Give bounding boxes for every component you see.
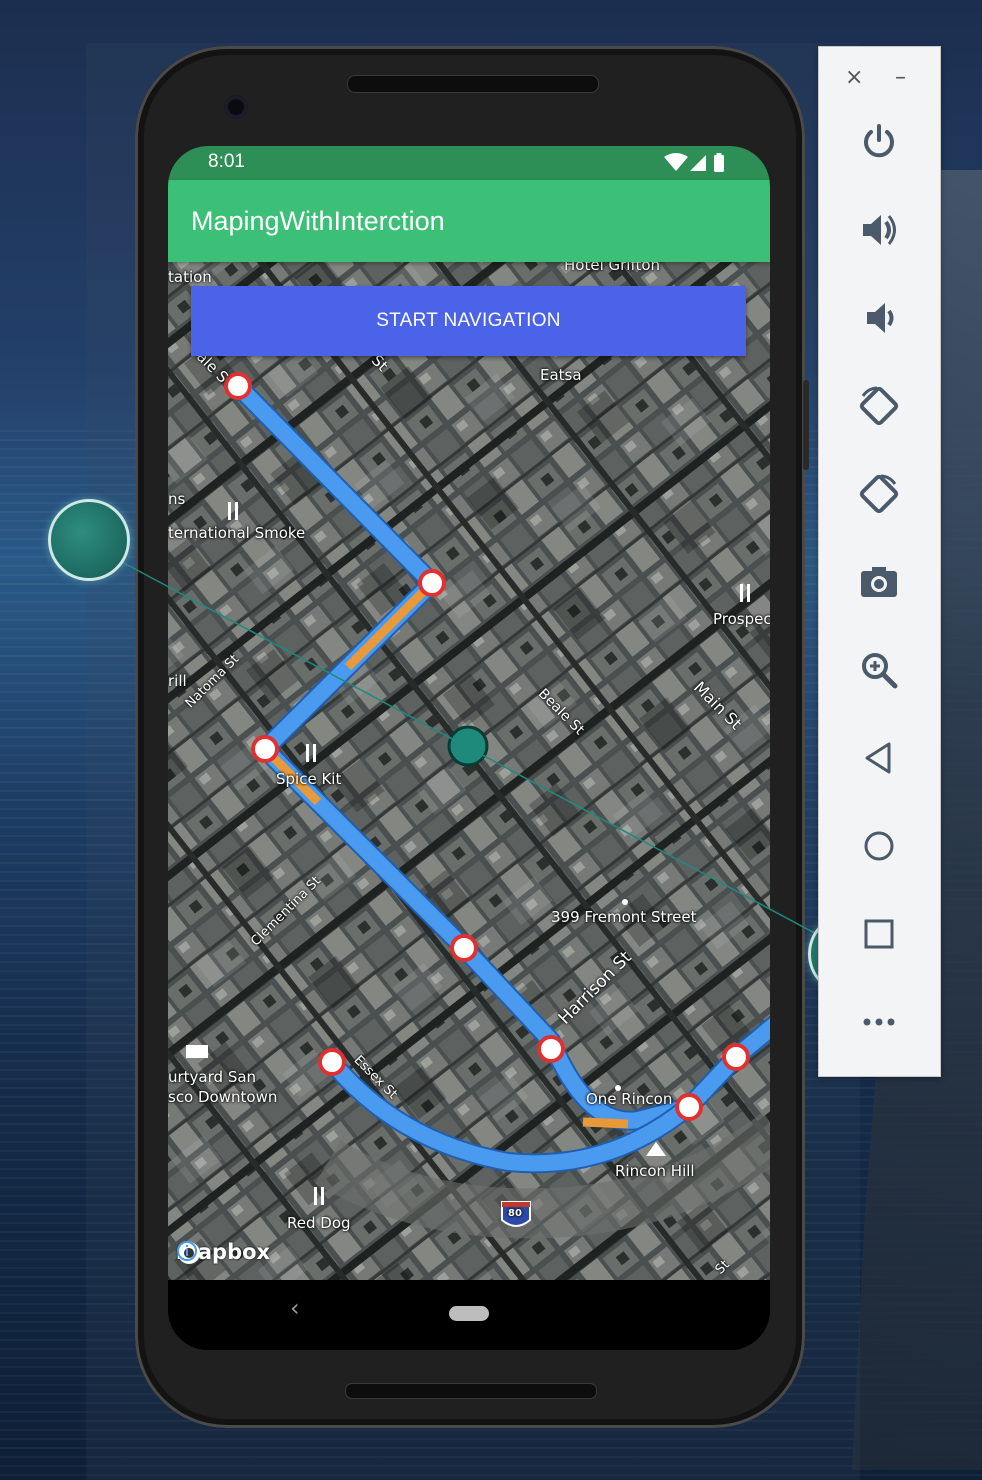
overview-button[interactable] (850, 905, 908, 963)
volume-up-button[interactable] (850, 201, 908, 259)
waypoint-marker (450, 934, 478, 962)
battery-icon (714, 155, 724, 172)
zoom-button[interactable] (850, 641, 908, 699)
bottom-speaker (345, 1383, 597, 1399)
waypoint-marker (675, 1093, 703, 1121)
rotate-right-button[interactable] (850, 465, 908, 523)
volume-down-icon (867, 303, 894, 333)
side-button[interactable] (803, 380, 809, 470)
emulator-toolbar: × – (818, 46, 941, 1077)
home-icon (864, 831, 894, 861)
map-label: One Rincon (586, 1090, 673, 1108)
map-label: Eatsa (540, 366, 582, 384)
front-camera (224, 95, 248, 119)
map-label: Spice Kit (276, 770, 342, 788)
map-label: Prospec (713, 610, 770, 628)
more-icon (863, 1018, 895, 1026)
home-button[interactable] (850, 817, 908, 875)
waypoint-marker (251, 735, 279, 763)
more-button[interactable] (850, 993, 908, 1051)
screenshot-button[interactable] (850, 553, 908, 611)
close-button[interactable]: × (845, 65, 863, 90)
minimize-button[interactable]: – (895, 65, 906, 90)
map-label: Rincon Hill (615, 1162, 695, 1180)
map-label: 399 Fremont Street (551, 908, 697, 926)
map-label: ns (168, 490, 186, 508)
map-label: tation (168, 268, 212, 286)
zoom-icon (862, 653, 898, 689)
map-label: urtyard San (168, 1068, 257, 1086)
start-navigation-button[interactable]: START NAVIGATION (191, 286, 746, 356)
waypoint-marker (537, 1035, 565, 1063)
power-icon (864, 124, 894, 158)
location-puck (447, 725, 489, 767)
home-pill[interactable] (449, 1306, 489, 1321)
status-time: 8:01 (208, 151, 245, 172)
map-label: Red Dog (287, 1214, 351, 1232)
signal-icon (690, 155, 706, 171)
app-bar: MapingWithInterction (168, 180, 770, 262)
waypoint-marker (722, 1043, 750, 1071)
mapbox-attribution[interactable]: mapbox (176, 1240, 270, 1264)
volume-up-icon (863, 215, 896, 245)
navigation-bar: ‹ (168, 1280, 770, 1350)
status-bar: 8:01 (168, 146, 770, 180)
waypoint-marker (418, 569, 446, 597)
satellite-map (168, 262, 770, 1280)
waypoint-marker (224, 372, 252, 400)
rotate-right-icon (859, 474, 899, 514)
drag-handle-left[interactable] (48, 499, 130, 581)
info-icon (622, 899, 628, 905)
back-button[interactable] (850, 729, 908, 787)
power-button[interactable] (850, 113, 908, 171)
rotate-left-icon (859, 386, 899, 426)
map-view[interactable]: Hotel Grifton tation Eatsa ale S St ns t… (168, 262, 770, 1280)
map-label: rill (168, 672, 187, 690)
back-icon (865, 742, 891, 774)
hotel-icon (186, 1045, 208, 1058)
app-title: MapingWithInterction (191, 206, 445, 236)
rotate-left-button[interactable] (850, 377, 908, 435)
overview-icon (864, 919, 894, 949)
back-icon[interactable]: ‹ (290, 1294, 300, 1322)
volume-down-button[interactable] (850, 289, 908, 347)
info-icon[interactable] (176, 1240, 198, 1262)
interstate-shield-label: 80 (508, 1208, 522, 1219)
map-label: ternational Smoke (168, 524, 306, 542)
phone-screen: 8:01 MapingWithInterction Hotel Grifton … (168, 146, 770, 1350)
waypoint-marker (318, 1048, 346, 1076)
camera-icon (861, 567, 897, 597)
status-icons (662, 152, 732, 174)
map-label: Hotel Grifton (564, 262, 661, 274)
wifi-icon (664, 153, 688, 171)
map-label: sco Downtown (168, 1088, 278, 1106)
earpiece-speaker (347, 75, 599, 93)
